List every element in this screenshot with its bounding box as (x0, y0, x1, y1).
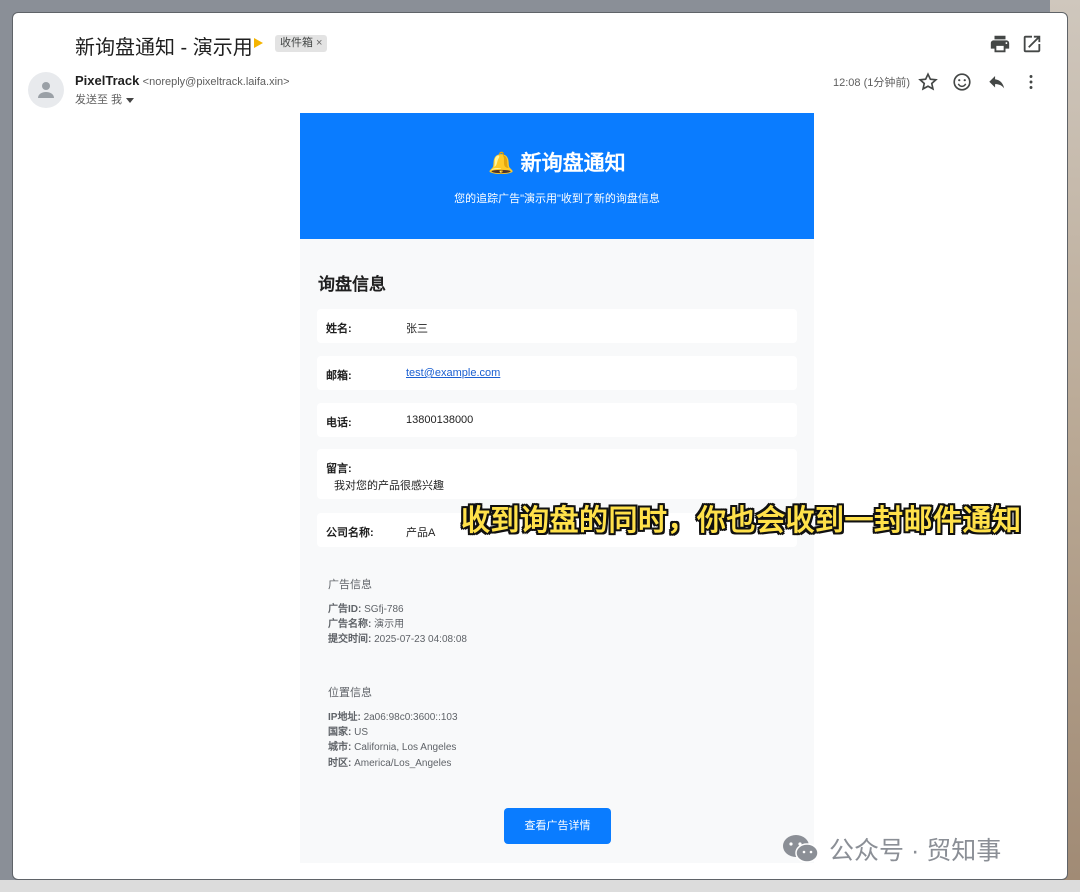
email-link[interactable]: test@example.com (406, 367, 500, 379)
email-body: 🔔 新询盘通知 您的追踪广告"演示用"收到了新的询盘信息 询盘信息 姓名: 张三 … (300, 113, 814, 863)
inquiry-field-phone: 电话: 13800138000 (317, 403, 797, 437)
video-caption-overlay: 收到询盘的同时，你也会收到一封邮件通知 (461, 505, 1022, 537)
remove-label-icon[interactable]: × (316, 37, 322, 49)
field-label: 留言: (326, 463, 352, 475)
watermark-text: 公众号 · 贸知事 (829, 837, 1002, 865)
meta-label: IP地址: (328, 712, 361, 723)
location-info-row: 城市: California, Los Angeles (328, 738, 456, 753)
inquiry-section-title: 询盘信息 (318, 275, 386, 294)
field-label: 邮箱: (326, 370, 352, 382)
meta-value: 2025-07-23 04:08:08 (374, 634, 467, 645)
ad-info-title: 广告信息 (328, 579, 372, 591)
meta-value: US (354, 727, 369, 738)
email-banner-subtitle: 您的追踪广告"演示用"收到了新的询盘信息 (454, 193, 660, 205)
email-subject: 新询盘通知 - 演示用 (75, 37, 253, 59)
inbox-label-chip[interactable]: 收件箱 × (275, 35, 328, 52)
email-banner: 🔔 新询盘通知 您的追踪广告"演示用"收到了新的询盘信息 (300, 113, 814, 239)
meta-label: 国家: (328, 727, 352, 738)
inbox-label-text: 收件箱 (280, 37, 313, 49)
recipient-text: 发送至 我 (75, 94, 123, 106)
field-label: 姓名: (326, 323, 352, 335)
ad-info-row: 提交时间: 2025-07-23 04:08:08 (328, 630, 467, 645)
inquiry-field-message: 留言: 我对您的产品很感兴趣 (317, 449, 797, 499)
importance-marker-icon[interactable] (254, 38, 263, 48)
location-info-title: 位置信息 (328, 687, 372, 699)
email-banner-title: 🔔 新询盘通知 (300, 113, 814, 177)
field-label: 电话: (326, 417, 352, 429)
location-info-row: 国家: US (328, 723, 368, 738)
background-bottom-strip (0, 880, 1080, 892)
email-window: 新询盘通知 - 演示用 收件箱 × PixelTrack <noreply@pix… (12, 12, 1068, 880)
location-info-row: 时区: America/Los_Angeles (328, 754, 451, 769)
field-value: 我对您的产品很感兴趣 (334, 480, 444, 492)
more-options-icon[interactable] (1020, 71, 1042, 93)
meta-value: America/Los_Angeles (354, 758, 452, 769)
field-value: 13800138000 (406, 414, 474, 426)
field-label: 公司名称: (326, 527, 374, 539)
sender-name[interactable]: PixelTrack (75, 73, 139, 88)
sender-avatar[interactable] (28, 72, 64, 108)
watermark: 公众号 · 贸知事 (781, 831, 1001, 872)
bell-icon: 🔔 (488, 152, 515, 175)
field-value: 张三 (406, 323, 428, 335)
star-icon[interactable] (917, 71, 939, 93)
meta-value: 2a06:98c0:3600::103 (363, 712, 458, 723)
sender-line: PixelTrack <noreply@pixeltrack.laifa.xin… (75, 73, 290, 88)
email-banner-title-text: 新询盘通知 (520, 152, 626, 175)
field-value: 产品A (406, 527, 436, 539)
ad-info-row: 广告名称: 演示用 (328, 615, 404, 630)
meta-value: California, Los Angeles (354, 742, 457, 753)
open-in-new-window-icon[interactable] (1021, 33, 1043, 55)
meta-label: 时区: (328, 758, 352, 769)
meta-label: 广告ID: (328, 604, 362, 615)
reply-icon[interactable] (986, 71, 1008, 93)
recipient-details-toggle[interactable]: 发送至 我 (75, 91, 135, 107)
chevron-down-icon[interactable] (126, 97, 135, 103)
wechat-icon (781, 833, 821, 872)
emoji-reaction-icon[interactable] (951, 71, 973, 93)
meta-label: 提交时间: (328, 634, 372, 645)
view-ad-details-button[interactable]: 查看广告详情 (504, 808, 611, 844)
ad-info-row: 广告ID: SGfj-786 (328, 600, 404, 615)
print-icon[interactable] (989, 33, 1011, 55)
sender-email: <noreply@pixeltrack.laifa.xin> (142, 76, 290, 88)
meta-value: SGfj-786 (364, 604, 404, 615)
received-time: 12:08 (1分钟前) (833, 77, 911, 89)
inquiry-field-email: 邮箱: test@example.com (317, 356, 797, 390)
meta-label: 城市: (328, 742, 352, 753)
location-info-row: IP地址: 2a06:98c0:3600::103 (328, 708, 458, 723)
inquiry-field-name: 姓名: 张三 (317, 309, 797, 343)
meta-label: 广告名称: (328, 619, 372, 630)
meta-value: 演示用 (374, 619, 405, 630)
